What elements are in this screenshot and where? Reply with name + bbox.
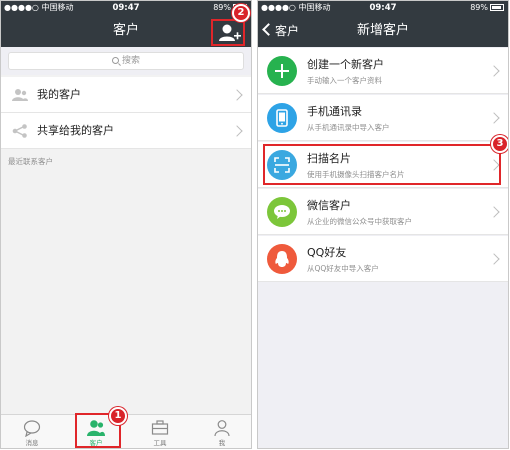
customers-icon (12, 89, 28, 101)
chevron-right-icon (488, 65, 500, 77)
chevron-right-icon (488, 253, 500, 265)
step-marker-3: 3 (491, 135, 508, 153)
battery-label: 89% (470, 3, 488, 12)
option-title: 创建一个新客户 (307, 58, 384, 71)
chevron-right-icon (231, 89, 243, 101)
shared-customers-item[interactable]: 共享给我的客户 (1, 113, 251, 149)
nav-bar: 客户 2 (1, 4, 251, 47)
option-subtitle: 从企业的微信公众号中获取客户 (307, 217, 412, 226)
chevron-right-icon (488, 206, 500, 218)
chevron-right-icon (488, 112, 500, 124)
message-bubble-icon (23, 420, 41, 437)
add-user-icon (219, 24, 241, 41)
option-title: QQ好友 (307, 246, 347, 259)
create-customer-option[interactable]: 创建一个新客户 手动输入一个客户资料 (258, 48, 508, 94)
wechat-icon (267, 197, 297, 227)
option-title: 手机通讯录 (307, 105, 362, 118)
option-subtitle: 从QQ好友中导入客户 (307, 264, 379, 273)
customer-menu: 我的客户 共享给我的客户 (1, 77, 251, 149)
tab-label: 消息 (25, 439, 39, 447)
my-customers-item[interactable]: 我的客户 (1, 77, 251, 113)
battery-icon (490, 4, 504, 11)
shared-customers-label: 共享给我的客户 (37, 124, 114, 137)
tab-label: 我 (218, 439, 226, 447)
toolbox-icon (151, 420, 169, 435)
phone-icon (267, 103, 297, 133)
page-title: 新增客户 (356, 23, 409, 38)
tab-me[interactable]: 我 (191, 415, 251, 448)
step-marker-2: 2 (232, 4, 250, 22)
tab-tools[interactable]: 工具 (129, 415, 191, 448)
plus-icon (267, 56, 297, 86)
my-customers-label: 我的客户 (37, 88, 81, 101)
search-icon (111, 57, 119, 64)
status-bar: ●●●●○ 中国移动 09:47 89% (258, 1, 508, 15)
option-subtitle: 手动输入一个客户资料 (307, 76, 382, 85)
add-customer-button[interactable] (211, 19, 245, 46)
tab-label: 工具 (153, 439, 167, 447)
nav-bar: 客户 新增客户 (258, 15, 508, 47)
scan-option-highlight (263, 144, 501, 185)
option-title: 微信客户 (307, 199, 351, 212)
search-placeholder: 搜索 (121, 56, 140, 66)
share-icon (12, 124, 27, 138)
battery-indicator: 89% (470, 1, 504, 15)
person-icon (214, 420, 230, 437)
search-input[interactable]: 搜索 (8, 52, 244, 70)
status-bar: ●●●●○ 中国移动 09:47 89% (1, 1, 251, 15)
option-subtitle: 从手机通讯录中导入客户 (307, 123, 390, 132)
customer-screen: ●●●●○ 中国移动 09:47 89% 客户 2 搜索 我的客户 共享给我的客… (0, 0, 252, 449)
qq-friends-option[interactable]: QQ好友 从QQ好友中导入客户 (258, 236, 508, 282)
phone-contacts-option[interactable]: 手机通讯录 从手机通讯录中导入客户 (258, 95, 508, 141)
tab-bar: 消息 客户 工具 我 1 (1, 407, 251, 448)
wechat-customer-option[interactable]: 微信客户 从企业的微信公众号中获取客户 (258, 189, 508, 235)
recent-contacts-label: 最近联系客户 (8, 157, 53, 166)
add-customer-screen: ●●●●○ 中国移动 09:47 89% 客户 新增客户 创建一个新客户 手动输… (257, 0, 509, 449)
battery-label: 89% (213, 3, 231, 12)
qq-icon (267, 244, 297, 274)
tab-messages[interactable]: 消息 (1, 415, 63, 448)
chevron-right-icon (231, 125, 243, 137)
search-area: 搜索 (1, 47, 251, 75)
step-marker-1: 1 (109, 407, 127, 425)
